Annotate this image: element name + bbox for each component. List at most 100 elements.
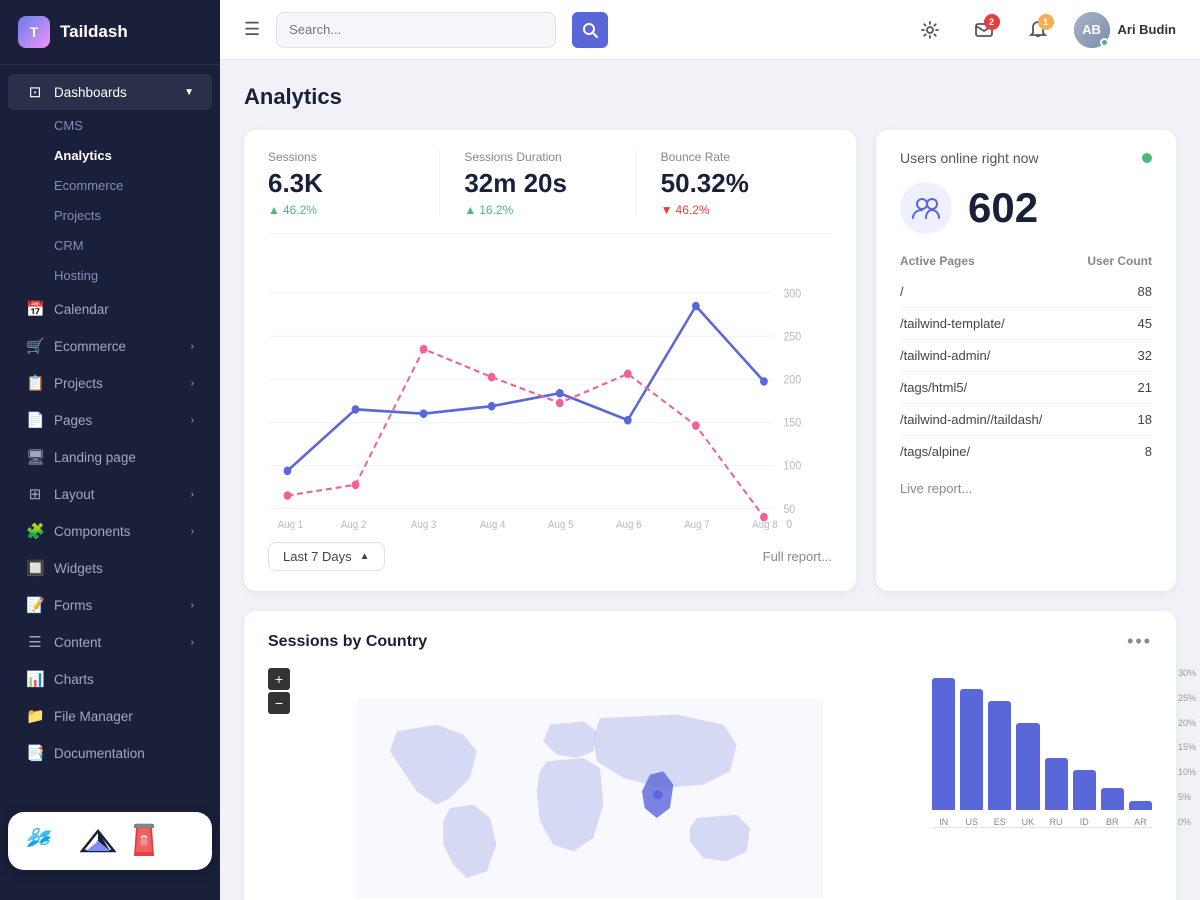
active-page-row: /tailwind-admin//taildash/18 [900,404,1152,436]
online-card: Users online right now 602 [876,130,1176,591]
components-icon: 🧩 [26,522,44,540]
svg-text:Aug 4: Aug 4 [480,519,506,530]
sidebar-item-content[interactable]: ☰ Content › [8,624,212,660]
logo-area: T Taildash [0,0,220,65]
sidebar-item-ecommerce[interactable]: 🛒 Ecommerce › [8,328,212,364]
zoom-out-button[interactable]: − [268,692,290,714]
svg-text:Aug 5: Aug 5 [548,519,574,530]
bar-col: IN [932,668,955,827]
page-path: /tags/alpine/ [900,444,970,459]
world-map: + − [268,668,912,900]
bounce-value: 50.32% [661,168,808,199]
users-icon [900,182,952,234]
chevron-icon: ▼ [184,87,194,98]
landing-icon: 🖥 [26,448,44,466]
app-name: Taildash [60,22,128,42]
country-card: Sessions by Country ••• + − [244,611,1176,900]
sidebar-item-forms[interactable]: 📝 Forms › [8,587,212,623]
sidebar-item-landing[interactable]: 🖥 Landing page [8,439,212,475]
country-title: Sessions by Country [268,633,427,651]
page-count: 21 [1138,380,1152,395]
sidebar-item-pages[interactable]: 📄 Pages › [8,402,212,438]
full-report-link[interactable]: Full report... [763,549,832,564]
user-avatar[interactable]: AB Ari Budin [1074,12,1177,48]
settings-button[interactable] [912,12,948,48]
svg-text:300: 300 [783,288,801,301]
chevron-icon: › [191,415,194,426]
bar-col: UK [1016,668,1039,827]
sidebar-item-file-manager[interactable]: 📁 File Manager [8,698,212,734]
page-count: 8 [1145,444,1152,459]
down-arrow-icon: ▼ [661,203,673,217]
online-count: 602 [968,184,1038,232]
bar [1073,770,1096,810]
country-content: + − [268,668,1152,900]
page-count: 18 [1138,412,1152,427]
active-page-row: /tailwind-template/45 [900,308,1152,340]
chevron-icon: › [191,600,194,611]
menu-icon[interactable]: ☰ [244,19,260,40]
calendar-label: Calendar [54,302,109,317]
bar [1129,801,1152,810]
active-page-row: /88 [900,276,1152,308]
bar-label: RU [1050,817,1063,827]
sidebar-item-charts[interactable]: 📊 Charts [8,661,212,697]
duration-value: 32m 20s [464,168,611,199]
bar [1016,723,1039,810]
bar-y-labels: 30% 25% 20% 15% 10% 5% 0% [1178,668,1196,827]
more-options-button[interactable]: ••• [1127,631,1152,652]
svg-text:150: 150 [783,417,801,430]
page-count: 88 [1138,284,1152,299]
sidebar-item-cms[interactable]: CMS [8,111,212,140]
bounce-change: ▼ 46.2% [661,203,808,217]
sidebar-item-layout[interactable]: ⊞ Layout › [8,476,212,512]
widgets-label: Widgets [54,561,103,576]
date-filter-label: Last 7 Days [283,549,352,564]
sidebar-item-crm[interactable]: CRM [8,231,212,260]
sidebar-item-components[interactable]: 🧩 Components › [8,513,212,549]
file-icon: 📁 [26,707,44,725]
duration-label: Sessions Duration [464,150,611,164]
bar-label: ID [1080,817,1089,827]
sidebar-item-ecommerce-sub[interactable]: Ecommerce [8,171,212,200]
projects-label: Projects [54,376,103,391]
zoom-in-button[interactable]: + [268,668,290,690]
file-manager-label: File Manager [54,709,133,724]
live-report-link[interactable]: Live report... [900,481,1152,496]
online-indicator [1100,38,1109,47]
date-filter[interactable]: Last 7 Days ▲ [268,542,385,571]
sidebar-item-calendar[interactable]: 📅 Calendar [8,291,212,327]
svg-text:50: 50 [783,503,795,516]
svg-text:0: 0 [786,518,792,530]
sidebar-item-widgets[interactable]: 🔲 Widgets [8,550,212,586]
charts-label: Charts [54,672,94,687]
sidebar-item-projects[interactable]: 📋 Projects › [8,365,212,401]
sidebar-item-projects-sub[interactable]: Projects [8,201,212,230]
svg-text:Aug 1: Aug 1 [278,519,304,530]
sidebar-item-hosting[interactable]: Hosting [8,261,212,290]
svg-text:Aug 8: Aug 8 [752,519,778,530]
forms-label: Forms [54,598,92,613]
docs-icon: 📑 [26,744,44,762]
sidebar-item-analytics[interactable]: Analytics [8,141,212,170]
content-area: Analytics Sessions 6.3K ▲ 46.2% Sessions… [220,60,1200,900]
mail-button[interactable]: 2 [966,12,1002,48]
stat-bounce: Bounce Rate 50.32% ▼ 46.2% [661,150,832,217]
user-count-col: User Count [1087,254,1152,268]
sidebar-item-dashboards[interactable]: ⊡ Dashboards ▼ [8,74,212,110]
top-row: Sessions 6.3K ▲ 46.2% Sessions Duration … [244,130,1176,591]
page-path: /tags/html5/ [900,380,967,395]
triangle-up-icon: ▲ [360,551,370,562]
widgets-icon: 🔲 [26,559,44,577]
main-area: ☰ 2 [220,0,1200,900]
search-button[interactable] [572,12,608,48]
user-name: Ari Budin [1118,22,1177,37]
search-input[interactable] [289,22,489,37]
components-label: Components [54,524,131,539]
sidebar-item-documentation[interactable]: 📑 Documentation [8,735,212,771]
projects-icon: 📋 [26,374,44,392]
chevron-icon: › [191,637,194,648]
bell-button[interactable]: 1 [1020,12,1056,48]
svg-text:Aug 2: Aug 2 [341,519,367,530]
svg-text:100: 100 [783,460,801,473]
